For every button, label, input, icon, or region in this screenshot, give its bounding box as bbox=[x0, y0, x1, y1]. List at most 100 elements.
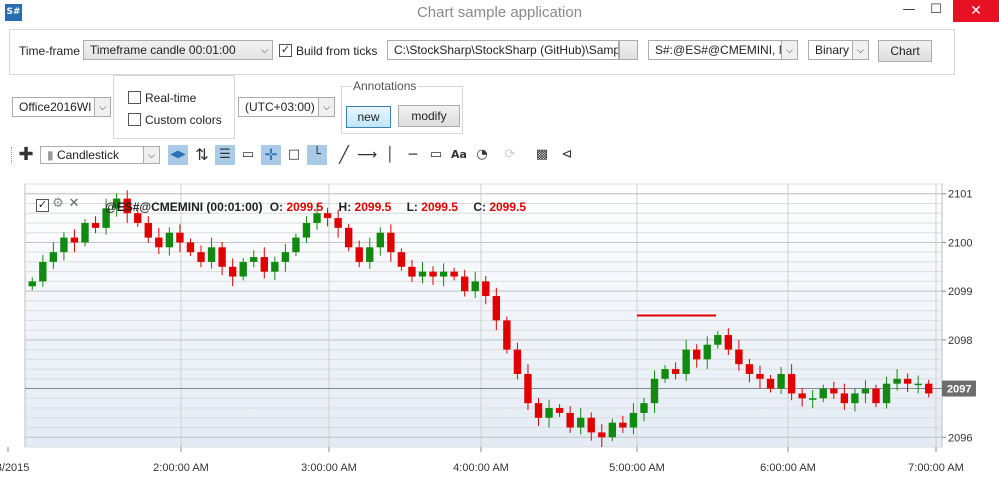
x-tick-label: 4:00:00 AM bbox=[453, 462, 509, 474]
save-icon[interactable]: ▩ bbox=[532, 145, 552, 165]
last-price-label: 2097 bbox=[947, 384, 971, 396]
candle-body bbox=[756, 373, 764, 379]
scroll-icon[interactable]: ◀▶ bbox=[168, 145, 188, 165]
updown-icon[interactable]: ⇅ bbox=[192, 145, 212, 165]
format-select[interactable]: Binary ⌵ bbox=[808, 40, 869, 60]
candle-body bbox=[366, 247, 374, 262]
add-icon[interactable]: ✚ bbox=[16, 145, 36, 165]
build-from-ticks-checkbox[interactable]: ✓ bbox=[279, 44, 292, 57]
maximize-button[interactable]: ☐ bbox=[922, 0, 950, 22]
candle-body bbox=[640, 403, 648, 413]
candle-body bbox=[439, 271, 448, 277]
price-chart[interactable]: 2101 2100 2099 2098 2097 2096 3/3/2015 2:00:00 … bbox=[0, 180, 999, 497]
x-tick-label: 7:00:00 AM bbox=[908, 462, 964, 474]
realtime-label: Real-time bbox=[145, 91, 197, 105]
custom-colors-label: Custom colors bbox=[145, 113, 222, 127]
timezone-select[interactable]: (UTC+03:00) I ⌵ bbox=[238, 97, 335, 117]
comment-icon[interactable]: □ bbox=[284, 145, 304, 165]
candle-body bbox=[144, 222, 152, 238]
candle-body bbox=[250, 257, 258, 262]
candle-body bbox=[239, 261, 247, 277]
chevron-down-icon: ⌵ bbox=[318, 98, 334, 116]
gear-icon[interactable]: ⚙ bbox=[50, 196, 66, 212]
legend-l-label: L: bbox=[406, 200, 418, 214]
y-tick-label: 2100 bbox=[948, 237, 972, 249]
arrow-icon[interactable]: ⟶ bbox=[357, 145, 377, 165]
page-icon[interactable]: ▭ bbox=[238, 145, 258, 165]
security-select[interactable]: S#:@ES#@CMEMINI, N ⌵ bbox=[648, 40, 798, 60]
series-type-select[interactable]: ▮ Candlestick ⌵ bbox=[40, 146, 160, 164]
realtime-checkbox[interactable] bbox=[128, 91, 141, 104]
legend-row: @ES#@CMEMINI (00:01:00) O: 2099.5 H: 209… bbox=[105, 200, 526, 214]
vline-icon[interactable]: │ bbox=[380, 145, 400, 165]
check-icon: ✓ bbox=[37, 199, 48, 211]
candle-body bbox=[545, 408, 553, 418]
new-annotation-button[interactable]: new bbox=[346, 106, 391, 128]
x-tick-label: 3/3/2015 bbox=[0, 462, 29, 474]
theme-select[interactable]: Office2016WI ⌵ bbox=[12, 97, 111, 117]
legend-checkbox[interactable]: ✓ bbox=[36, 199, 49, 212]
candle-body bbox=[228, 266, 237, 277]
modify-annotation-button[interactable]: modify bbox=[398, 105, 460, 127]
candle-body bbox=[925, 383, 933, 394]
chevron-down-icon: ⌵ bbox=[852, 41, 868, 59]
candle-body bbox=[840, 393, 849, 404]
share-icon[interactable]: ⊲ bbox=[557, 145, 577, 165]
candle-body bbox=[735, 349, 743, 365]
candle-body bbox=[577, 417, 585, 428]
browse-button[interactable] bbox=[619, 40, 638, 60]
gauge-icon[interactable]: ◔ bbox=[472, 145, 492, 165]
candle-body bbox=[851, 393, 859, 404]
rect-icon[interactable]: ▭ bbox=[426, 145, 446, 165]
candle-body bbox=[724, 334, 733, 350]
candle-body bbox=[60, 237, 68, 253]
toolbar-grip[interactable] bbox=[11, 147, 14, 163]
candle-body bbox=[714, 334, 722, 345]
candle-body bbox=[830, 388, 838, 394]
candle-body bbox=[334, 218, 342, 228]
candle-body bbox=[260, 257, 268, 272]
path-input[interactable]: C:\StockSharp\StockSharp (GitHub)\Samp bbox=[387, 40, 619, 60]
candle-body bbox=[629, 412, 638, 428]
chevron-down-icon: ⌵ bbox=[94, 98, 110, 116]
candle-body bbox=[650, 378, 659, 404]
timezone-value: (UTC+03:00) I bbox=[245, 100, 322, 114]
chart-button[interactable]: Chart bbox=[878, 40, 932, 62]
theme-value: Office2016WI bbox=[19, 100, 92, 114]
annotations-title: Annotations bbox=[351, 79, 419, 93]
ruler-icon[interactable]: └ bbox=[307, 145, 327, 165]
candle-body bbox=[914, 383, 922, 386]
candle-body bbox=[429, 271, 437, 277]
window-title: Chart sample application bbox=[416, 4, 583, 21]
options-group bbox=[113, 75, 235, 139]
list-icon[interactable]: ☰ bbox=[215, 145, 235, 165]
hline-icon[interactable]: ─ bbox=[403, 145, 423, 165]
candle-body bbox=[397, 252, 406, 267]
candle-body bbox=[861, 388, 870, 394]
timeframe-select[interactable]: Timeframe candle 00:01:00 ⌵ bbox=[83, 40, 273, 60]
candle bbox=[344, 223, 353, 252]
crosshair-icon[interactable]: ✛ bbox=[261, 145, 281, 165]
candle-body bbox=[70, 237, 79, 243]
candle-body bbox=[387, 232, 395, 253]
close-icon[interactable]: ✕ bbox=[66, 196, 82, 212]
candle-body bbox=[91, 222, 100, 228]
candle-body bbox=[376, 232, 384, 248]
candle-body bbox=[49, 252, 58, 262]
y-tick-label: 2099 bbox=[948, 286, 972, 298]
refresh-icon[interactable]: ⟳ bbox=[500, 145, 520, 165]
x-tick-label: 5:00:00 AM bbox=[609, 462, 665, 474]
line-icon[interactable]: ╱ bbox=[334, 145, 354, 165]
y-tick-label: 2101 bbox=[948, 189, 972, 201]
candle-body bbox=[882, 383, 891, 404]
candle-body bbox=[218, 247, 226, 267]
custom-colors-checkbox[interactable] bbox=[128, 113, 141, 126]
text-icon[interactable]: Aa bbox=[449, 145, 469, 165]
candle-body bbox=[134, 213, 142, 223]
chevron-down-icon: ⌵ bbox=[143, 147, 159, 163]
y-tick-label: 2096 bbox=[948, 432, 972, 444]
candle-body bbox=[471, 281, 479, 292]
minimize-button[interactable]: — bbox=[895, 0, 923, 22]
x-tick-label: 6:00:00 AM bbox=[760, 462, 816, 474]
close-button[interactable]: ✕ bbox=[953, 0, 999, 22]
